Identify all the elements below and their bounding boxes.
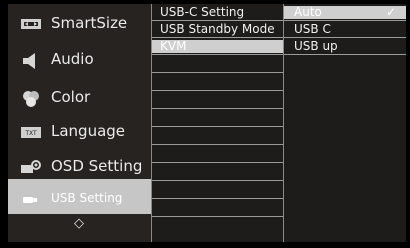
menu-item-smartsize[interactable]: SmartSize bbox=[8, 6, 151, 41]
divider bbox=[152, 37, 283, 38]
smartsize-icon bbox=[20, 16, 42, 32]
menu-item-label: OSD Setting bbox=[51, 157, 143, 175]
menu-item-label: SmartSize bbox=[51, 14, 128, 32]
divider bbox=[152, 54, 283, 55]
divider bbox=[152, 72, 283, 73]
menu-item-audio[interactable]: Audio bbox=[8, 42, 151, 77]
option-usb-c[interactable]: USB C bbox=[284, 23, 406, 36]
menu-item-usb-setting[interactable]: USB Setting bbox=[8, 179, 151, 214]
checkmark-icon: ✓ bbox=[385, 5, 396, 19]
menu-item-label: Audio bbox=[51, 50, 94, 68]
language-icon: TXT bbox=[20, 124, 42, 140]
divider bbox=[152, 180, 283, 181]
submenu-item-usb-standby-mode[interactable]: USB Standby Mode bbox=[152, 23, 283, 36]
divider bbox=[152, 198, 283, 199]
divider bbox=[152, 144, 283, 145]
divider bbox=[284, 54, 406, 55]
divider bbox=[152, 108, 283, 109]
menu-item-language[interactable]: TXT Language bbox=[8, 114, 151, 149]
divider bbox=[152, 90, 283, 91]
divider bbox=[152, 20, 283, 21]
svg-text:TXT: TXT bbox=[24, 130, 37, 137]
main-menu: SmartSize Audio Color TXT Language OSD S… bbox=[8, 4, 151, 242]
nav-diamond-icon[interactable]: ◇ bbox=[71, 216, 87, 232]
divider bbox=[152, 126, 283, 127]
divider bbox=[152, 162, 283, 163]
divider bbox=[284, 20, 406, 21]
menu-item-label: Language bbox=[51, 122, 126, 140]
menu-item-label: Color bbox=[51, 88, 91, 106]
speaker-icon bbox=[20, 52, 42, 69]
divider bbox=[152, 216, 283, 217]
option-auto[interactable]: Auto ✓ bbox=[284, 6, 406, 19]
menu-item-color[interactable]: Color bbox=[8, 80, 151, 115]
divider bbox=[284, 37, 406, 38]
options-panel: Auto ✓ USB C USB up bbox=[284, 4, 406, 242]
osd-setting-icon bbox=[20, 159, 42, 175]
submenu: USB-C Setting USB Standby Mode KVM bbox=[152, 4, 283, 242]
option-usb-up[interactable]: USB up bbox=[284, 40, 406, 53]
usb-icon bbox=[20, 191, 42, 207]
submenu-item-usb-c-setting[interactable]: USB-C Setting bbox=[152, 6, 283, 19]
menu-item-label: USB Setting bbox=[51, 191, 123, 205]
option-label: Auto bbox=[294, 5, 322, 19]
osd-menu: SmartSize Audio Color TXT Language OSD S… bbox=[8, 4, 406, 242]
color-palette-icon bbox=[20, 90, 42, 107]
submenu-item-kvm[interactable]: KVM bbox=[152, 40, 283, 53]
